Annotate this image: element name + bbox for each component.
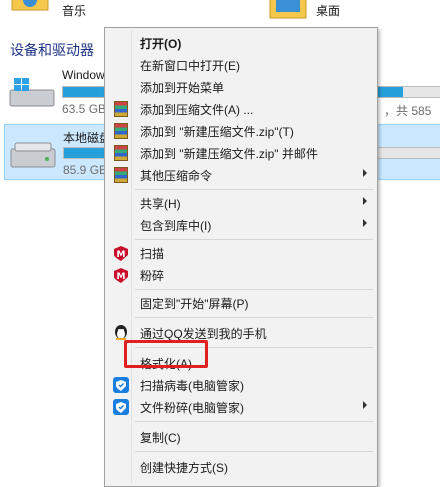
hard-drive-icon <box>10 142 56 168</box>
submenu-arrow-icon <box>363 169 367 177</box>
menu-item-file-shred-pc-manager[interactable]: 文件粉碎(电脑管家) <box>107 396 375 418</box>
menu-item-scan[interactable]: M 扫描 <box>107 242 375 264</box>
pc-manager-shield-icon <box>112 398 130 416</box>
devices-section-title: 设备和驱动器 <box>10 42 94 58</box>
pc-manager-shield-icon <box>112 376 130 394</box>
menu-item-label: 其他压缩命令 <box>140 169 213 183</box>
menu-separator <box>135 451 373 452</box>
menu-separator <box>135 239 373 240</box>
menu-item-add-to-start-menu[interactable]: 添加到开始菜单 <box>107 76 375 98</box>
menu-separator <box>135 421 373 422</box>
menu-item-label: 文件粉碎(电脑管家) <box>140 401 244 415</box>
menu-item-label: 共享(H) <box>140 197 181 211</box>
menu-item-label: 扫描病毒(电脑管家) <box>140 379 244 393</box>
menu-item-open[interactable]: 打开(O) <box>107 32 375 54</box>
winrar-archive-icon <box>112 122 130 140</box>
menu-item-label: 扫描 <box>140 247 165 261</box>
menu-item-add-to-zip[interactable]: 添加到 "新建压缩文件.zip"(T) <box>107 120 375 142</box>
submenu-arrow-icon <box>363 401 367 409</box>
drive-name: Window <box>62 68 105 82</box>
mcafee-icon: M <box>112 244 130 262</box>
menu-item-label: 包含到库中(I) <box>140 219 212 233</box>
submenu-arrow-icon <box>363 197 367 205</box>
svg-text:M: M <box>117 272 126 282</box>
menu-item-scan-virus-pc-manager[interactable]: 扫描病毒(电脑管家) <box>107 374 375 396</box>
winrar-archive-icon <box>112 166 130 184</box>
menu-separator <box>135 189 373 190</box>
svg-text:M: M <box>117 250 126 260</box>
desktop-folder-icon <box>269 0 307 19</box>
mcafee-icon: M <box>112 266 130 284</box>
menu-item-other-compress-commands[interactable]: 其他压缩命令 <box>107 164 375 186</box>
menu-item-label: 固定到"开始"屏幕(P) <box>140 297 249 311</box>
menu-item-pin-to-start[interactable]: 固定到"开始"屏幕(P) <box>107 292 375 314</box>
menu-item-label: 添加到压缩文件(A) ... <box>140 103 254 117</box>
drive-size: 85.9 GB <box>63 163 108 177</box>
format-highlight-box <box>124 340 208 368</box>
menu-item-label: 打开(O) <box>140 37 182 51</box>
menu-item-include-in-library[interactable]: 包含到库中(I) <box>107 214 375 236</box>
winrar-archive-icon <box>112 144 130 162</box>
menu-item-label: 复制(C) <box>140 431 181 445</box>
music-folder-icon <box>11 0 49 11</box>
menu-item-label: 在新窗口中打开(E) <box>140 59 240 73</box>
submenu-arrow-icon <box>363 219 367 227</box>
menu-separator <box>135 289 373 290</box>
menu-item-add-to-archive[interactable]: 添加到压缩文件(A) ... <box>107 98 375 120</box>
music-folder-label: 音乐 <box>62 4 87 18</box>
context-menu: 打开(O) 在新窗口中打开(E) 添加到开始菜单 添加到压缩文件(A) ... … <box>104 27 378 487</box>
menu-item-label: 添加到 "新建压缩文件.zip" 并邮件 <box>140 147 318 161</box>
menu-separator <box>135 317 373 318</box>
menu-item-label: 粉碎 <box>140 269 165 283</box>
menu-item-copy[interactable]: 复制(C) <box>107 426 375 448</box>
menu-item-share[interactable]: 共享(H) <box>107 192 375 214</box>
menu-item-add-to-zip-and-email[interactable]: 添加到 "新建压缩文件.zip" 并邮件 <box>107 142 375 164</box>
menu-item-label: 添加到开始菜单 <box>140 81 225 95</box>
windows-drive-icon <box>9 78 55 107</box>
menu-item-label: 添加到 "新建压缩文件.zip"(T) <box>140 125 294 139</box>
drive-total: ，共 585 <box>384 104 432 118</box>
drive-size: 63.5 GB <box>62 102 107 116</box>
winrar-archive-icon <box>112 100 130 118</box>
desktop-folder-label: 桌面 <box>316 4 341 18</box>
menu-item-label: 创建快捷方式(S) <box>140 461 228 475</box>
menu-item-shred[interactable]: M 粉碎 <box>107 264 375 286</box>
menu-item-open-new-window[interactable]: 在新窗口中打开(E) <box>107 54 375 76</box>
